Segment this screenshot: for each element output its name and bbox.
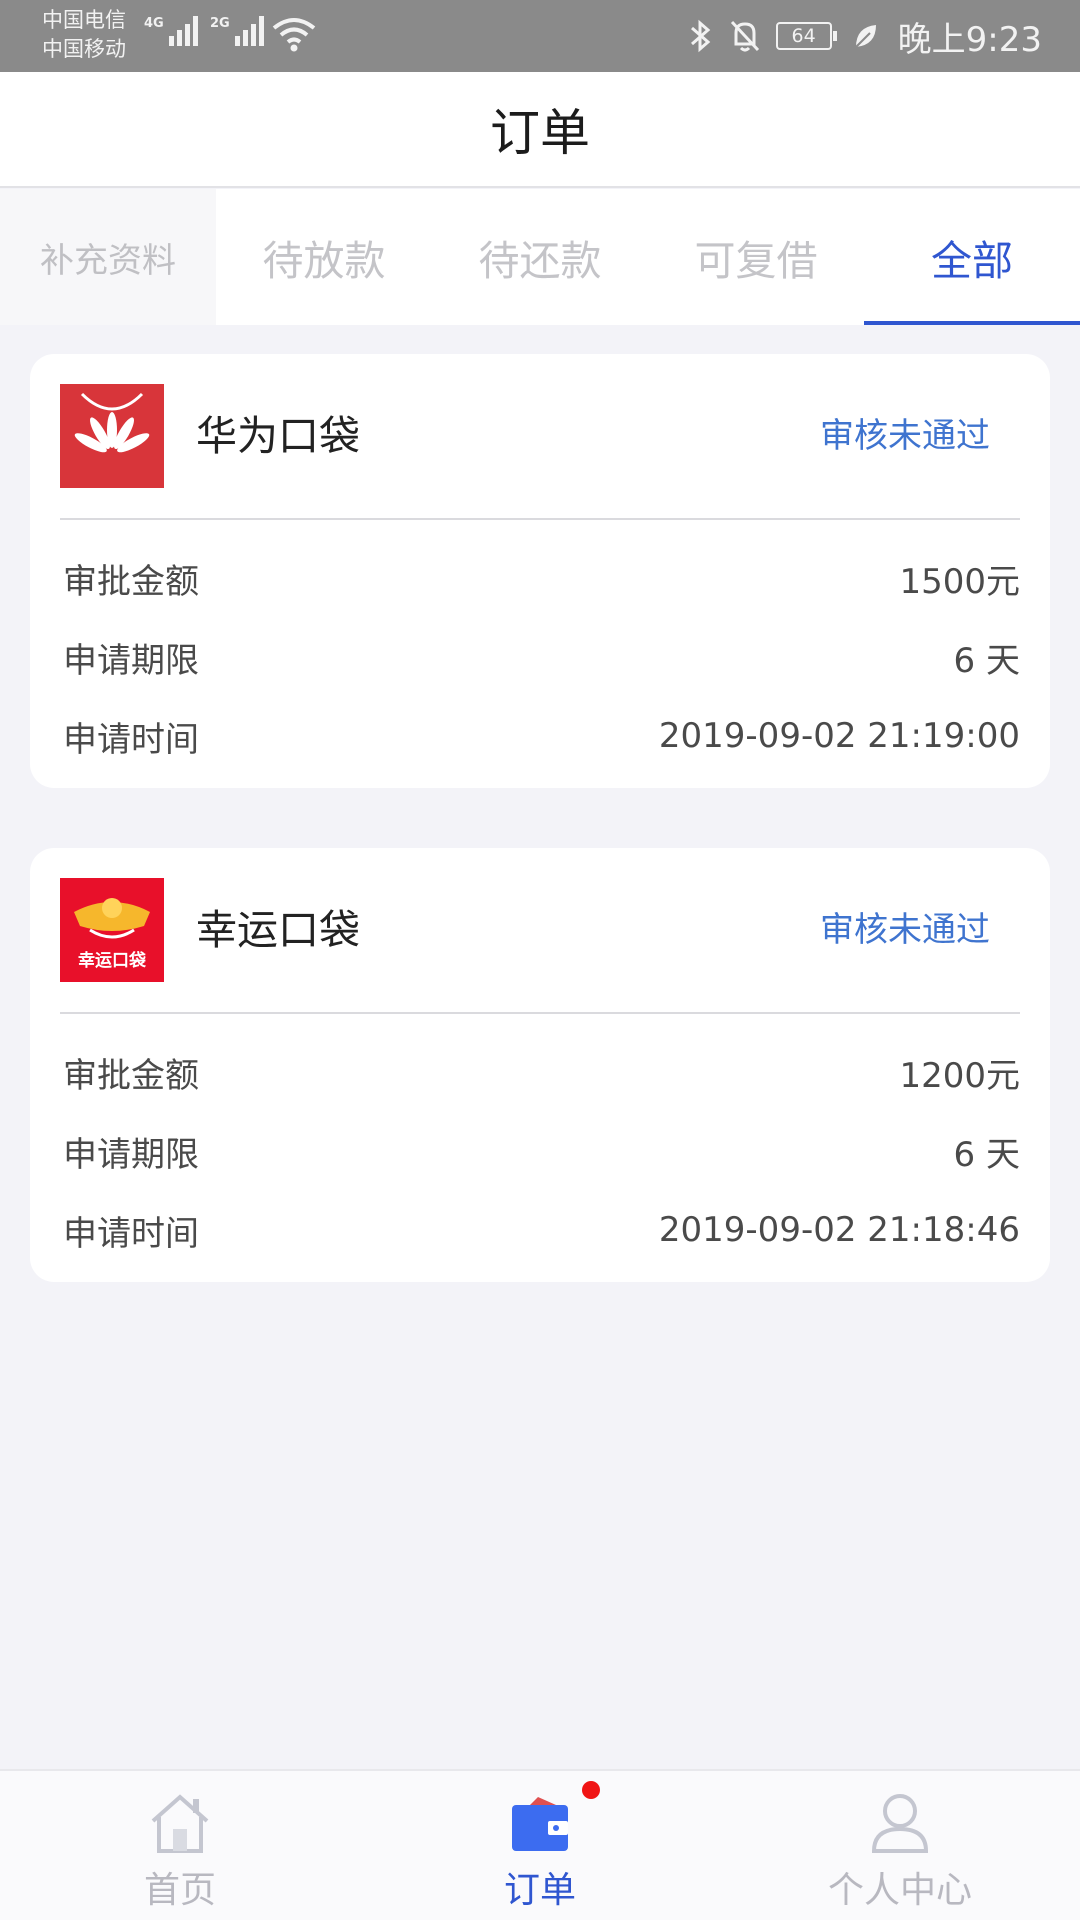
row-value: 2019-09-02 21:18:46: [658, 1210, 1020, 1250]
order-status-badge: 审核未通过: [820, 910, 990, 950]
card-divider: [60, 518, 1020, 520]
tab-reborrow[interactable]: 可复借: [648, 189, 864, 325]
signal-2g-icon: 2G: [210, 16, 264, 46]
tab-pending-repay[interactable]: 待还款: [432, 189, 648, 325]
status-time: 晚上9:23: [897, 19, 1042, 60]
detail-row-amount: 审批金额 1200元: [63, 1047, 1020, 1097]
order-card-header: 华为口袋 审核未通过: [60, 384, 1020, 488]
tab-supplement-info[interactable]: 补充资料: [0, 189, 216, 325]
detail-row-time: 申请时间 2019-09-02 21:18:46: [63, 1205, 1020, 1255]
page-title: 订单: [490, 104, 590, 162]
lucky-pocket-logo-icon: 幸运口袋: [60, 878, 164, 982]
row-value: 6 天: [953, 640, 1020, 681]
detail-row-term: 申请期限 6 天: [63, 632, 1020, 682]
order-card[interactable]: 幸运口袋 幸运口袋 审核未通过 审批金额 1200元 申请期限 6 天 申请时间…: [30, 848, 1050, 1282]
row-label: 审批金额: [63, 1055, 199, 1096]
nav-orders[interactable]: 订单: [360, 1771, 720, 1920]
signal-4g-icon: 4G: [144, 16, 198, 46]
product-name: 幸运口袋: [196, 906, 360, 954]
user-icon: [871, 1794, 929, 1853]
row-label: 申请期限: [63, 640, 199, 681]
battery-icon: 64: [775, 22, 837, 50]
leaf-icon: [854, 25, 876, 48]
tab-pending-loan[interactable]: 待放款: [216, 189, 432, 325]
carrier-info: 中国电信 中国移动: [42, 6, 126, 64]
huawei-logo-icon: [60, 384, 164, 488]
nav-home[interactable]: 首页: [0, 1771, 360, 1920]
row-label: 申请期限: [63, 1134, 199, 1175]
detail-row-time: 申请时间 2019-09-02 21:19:00: [63, 711, 1020, 761]
row-value: 1200元: [899, 1055, 1020, 1096]
net-2g-label: 2G: [210, 16, 230, 31]
product-name: 华为口袋: [196, 412, 360, 460]
carrier-2: 中国移动: [42, 37, 126, 61]
notification-dot: [582, 1781, 600, 1799]
row-label: 申请时间: [63, 719, 199, 760]
card-divider: [60, 1012, 1020, 1014]
bottom-nav: 首页 订单 个人中心: [0, 1769, 1080, 1920]
order-card-header: 幸运口袋 幸运口袋 审核未通过: [60, 878, 1020, 982]
wifi-icon: [272, 18, 316, 52]
nav-label: 订单: [503, 1870, 576, 1911]
row-value: 6 天: [953, 1134, 1020, 1175]
order-tabs: 补充资料 待放款 待还款 可复借 全部: [0, 189, 1080, 325]
detail-row-term: 申请期限 6 天: [63, 1126, 1020, 1176]
row-value: 2019-09-02 21:19:00: [658, 716, 1020, 756]
app-header: 订单: [0, 72, 1080, 188]
row-value: 1500元: [899, 561, 1020, 602]
order-status-badge: 审核未通过: [820, 416, 990, 456]
bluetooth-icon: [690, 19, 710, 53]
logo-text: 幸运口袋: [78, 950, 147, 971]
nav-label: 首页: [143, 1870, 216, 1911]
nav-profile[interactable]: 个人中心: [720, 1771, 1080, 1920]
row-label: 审批金额: [63, 561, 199, 602]
order-card[interactable]: 华为口袋 审核未通过 审批金额 1500元 申请期限 6 天 申请时间 2019…: [30, 354, 1050, 788]
mute-bell-icon: [730, 20, 759, 52]
screen: 中国电信 中国移动 4G 2G 64 晚上9:23 订单 补充资料 待放款 待还…: [0, 0, 1080, 1920]
detail-row-amount: 审批金额 1500元: [63, 553, 1020, 603]
status-right: 64 晚上9:23: [688, 0, 1042, 72]
tab-all[interactable]: 全部: [864, 189, 1080, 325]
carrier-1: 中国电信: [42, 8, 126, 32]
status-bar: 中国电信 中国移动 4G 2G 64 晚上9:23: [0, 0, 1080, 72]
home-icon: [151, 1794, 209, 1853]
net-4g-label: 4G: [144, 16, 164, 31]
row-label: 申请时间: [63, 1213, 199, 1254]
wallet-icon: [512, 1797, 568, 1851]
nav-label: 个人中心: [827, 1870, 972, 1911]
